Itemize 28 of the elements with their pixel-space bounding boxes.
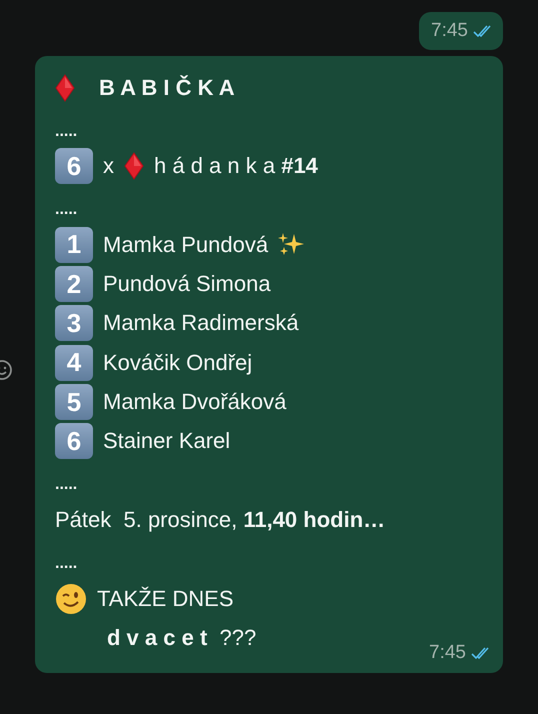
- message-time: 7:45: [429, 642, 466, 664]
- message-time: 7:45: [431, 20, 468, 42]
- name-text: Mamka Radimerská: [103, 310, 299, 336]
- message-text: TAKŽE DNES: [97, 586, 234, 612]
- dots-separator: .....: [55, 476, 78, 496]
- message-text: d v a c e t ???: [107, 624, 256, 651]
- dots-separator: .....: [55, 122, 78, 142]
- name-text: Pundová Simona: [103, 271, 271, 298]
- dots-separator: .....: [55, 201, 78, 220]
- name-text: Mamka Dvořáková: [103, 389, 286, 416]
- dots-separator: .....: [55, 554, 78, 574]
- message-text: h á d a n k a #14: [154, 153, 318, 180]
- keycap-number: 3: [55, 305, 93, 342]
- diamond-icon: [124, 152, 144, 180]
- diamond-icon: [55, 74, 75, 102]
- winking-face-icon: [55, 582, 87, 614]
- keycap-number: 5: [55, 384, 93, 420]
- times-sign: x: [103, 153, 114, 180]
- message-text: Pátek 5. prosince, 11,40 hodin…: [55, 506, 386, 533]
- name-text: Mamka Pundová: [103, 232, 268, 258]
- keycap-number: 6: [55, 148, 93, 184]
- keycap-number: 2: [55, 266, 93, 302]
- name-text: Kováčik Ondřej: [103, 350, 252, 376]
- name-text: Stainer Karel: [103, 428, 230, 454]
- message-text: B A B I Č K A: [99, 74, 235, 101]
- keycap-number: 6: [55, 423, 93, 460]
- keycap-number: 1: [55, 226, 93, 263]
- keycap-number: 4: [55, 344, 93, 381]
